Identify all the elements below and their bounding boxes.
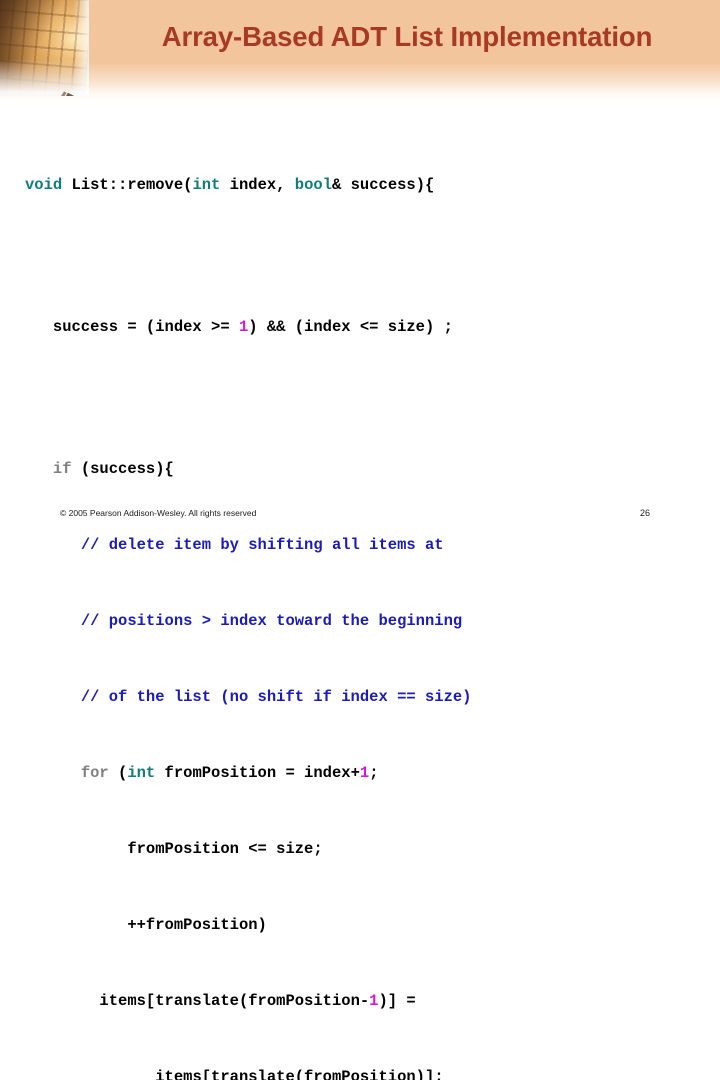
code-text: (: [108, 764, 128, 782]
code-text: ++fromPosition): [127, 916, 267, 934]
code-text: List::remove(: [71, 176, 193, 194]
code-line: items[translate(fromPosition)];: [25, 1068, 705, 1080]
code-line: void List::remove(int index, bool& succe…: [25, 176, 705, 195]
code-text: ;: [369, 764, 379, 782]
keyword-void: void: [25, 176, 63, 194]
keyword-for: for: [80, 764, 109, 782]
code-line: items[translate(fromPosition-1)] =: [25, 992, 705, 1011]
code-comment: // delete item by shifting all items at: [80, 536, 444, 554]
code-line: // positions > index toward the beginnin…: [25, 612, 705, 631]
code-text: )] =: [378, 992, 416, 1010]
code-line: if (success){: [25, 460, 705, 479]
code-comment: // positions > index toward the beginnin…: [80, 612, 463, 630]
copyright-notice: © 2005 Pearson Addison-Wesley. All right…: [60, 508, 257, 518]
slide-footer: © 2005 Pearson Addison-Wesley. All right…: [0, 508, 720, 528]
code-text: fromPosition <= size;: [127, 840, 323, 858]
slide-header: Array-Based ADT List Implementation: [0, 0, 720, 100]
code-text: items[translate(fromPosition-: [99, 992, 370, 1010]
photo-edge-fade: [73, 0, 89, 96]
code-line: // of the list (no shift if index == siz…: [25, 688, 705, 707]
number-literal: 1: [359, 764, 370, 782]
code-spacer: [25, 252, 705, 261]
code-text: & success){: [332, 176, 435, 194]
number-literal: 1: [369, 992, 379, 1010]
code-line: for (int fromPosition = index+1;: [25, 764, 705, 783]
code-line: // delete item by shifting all items at: [25, 536, 705, 555]
code-listing: void List::remove(int index, bool& succe…: [25, 119, 705, 1080]
keyword-int: int: [192, 176, 221, 194]
code-line: success = (index >= 1) && (index <= size…: [25, 318, 705, 337]
code-line: fromPosition <= size;: [25, 840, 705, 859]
code-text: fromPosition = index+: [155, 764, 360, 782]
keyword-bool: bool: [294, 176, 333, 194]
bamboo-scaffolding-photo: [0, 0, 89, 96]
keyword-if: if: [52, 460, 72, 478]
page-title: Array-Based ADT List Implementation: [161, 21, 653, 52]
code-text: (success){: [71, 460, 174, 478]
code-text: items[translate(fromPosition)];: [155, 1068, 444, 1080]
number-literal: 1: [238, 318, 249, 336]
code-text: ) && (index <= size) ;: [248, 318, 453, 336]
code-spacer: [25, 394, 705, 403]
code-text: success = (index >=: [52, 318, 239, 336]
code-text: index,: [229, 176, 295, 194]
page-number: 26: [640, 508, 651, 518]
code-line: ++fromPosition): [25, 916, 705, 935]
keyword-int: int: [127, 764, 156, 782]
code-comment: // of the list (no shift if index == siz…: [80, 688, 472, 706]
